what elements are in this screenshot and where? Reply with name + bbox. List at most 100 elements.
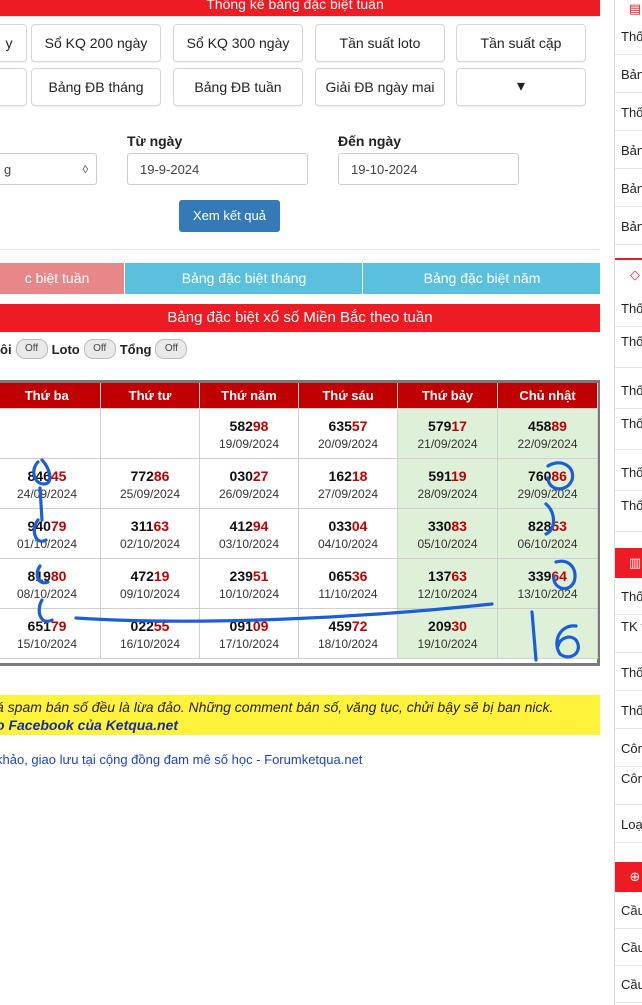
toggle-loto[interactable]: Off: [83, 339, 116, 359]
sidebar-item[interactable]: Cầu: [615, 929, 642, 966]
number-head: 472: [130, 567, 154, 584]
sidebar-item[interactable]: Thố: [615, 578, 642, 615]
sidebar-item[interactable]: TK t: [615, 616, 642, 653]
col-header: Thứ bảy: [397, 383, 498, 409]
nav-btn-6[interactable]: [0, 68, 27, 106]
sidebar-item[interactable]: Cầu: [615, 892, 642, 929]
number-tail: 63: [451, 567, 467, 584]
nav-btn-tansuat-loto[interactable]: Tần suất loto: [315, 24, 445, 62]
toggle-tong[interactable]: Off: [155, 339, 188, 359]
result-cell: 33083 05/10/2024: [397, 508, 498, 559]
result-cell: 57917 21/09/2024: [397, 408, 498, 459]
number-head: 940: [27, 517, 51, 534]
nav-btn-tansuat-cap[interactable]: Tần suất cặp: [456, 24, 586, 62]
number-tail: 27: [252, 467, 269, 484]
result-number: 94079: [0, 516, 100, 536]
nav-btn-sokq200[interactable]: Sổ KQ 200 ngày: [31, 24, 161, 62]
number-head: 030: [229, 467, 253, 484]
sidebar-item[interactable]: Bản: [615, 170, 642, 207]
from-date-input[interactable]: 19-9-2024: [127, 153, 308, 185]
result-number: 45889: [498, 416, 597, 436]
from-date-label: Từ ngày: [127, 133, 183, 149]
forum-link[interactable]: khảo, giao lưu tại cộng đồng đam mê số h…: [0, 752, 362, 767]
facebook-link[interactable]: o Facebook của Ketqua.net: [0, 716, 600, 734]
tab-db-tuan[interactable]: c biệt tuần: [0, 263, 124, 294]
sidebar-item[interactable]: Côn: [615, 730, 642, 767]
result-date: 22/09/2024: [517, 436, 578, 451]
number-tail: 51: [252, 567, 269, 584]
number-tail: 53: [551, 517, 567, 534]
result-number: 59119: [398, 466, 497, 486]
result-number: 31163: [101, 516, 199, 536]
sidebar-item[interactable]: Thố loto: [615, 413, 642, 450]
number-head: 022: [130, 617, 154, 634]
range-select[interactable]: g ◊: [0, 153, 97, 185]
nav-btn-1[interactable]: y: [0, 24, 27, 62]
number-tail: 19: [153, 567, 170, 584]
sidebar-item[interactable]: Bản: [615, 56, 642, 93]
sidebar-item[interactable]: Thố: [615, 372, 642, 409]
sidebar-item[interactable]: Thố: [615, 692, 642, 729]
sidebar-item[interactable]: Thố: [615, 18, 642, 55]
col-header: Thứ sáu: [298, 383, 398, 409]
sidebar-item[interactable]: Thố theo: [615, 495, 642, 532]
result-cell: 47219 09/10/2024: [100, 558, 200, 609]
result-number: 57917: [398, 416, 497, 436]
result-date: 19/10/2024: [417, 636, 478, 651]
table-row: 84645 24/09/2024 77286 25/09/2024 03027 26/09…: [0, 458, 598, 509]
tab-db-thang[interactable]: Bảng đặc biệt tháng: [124, 263, 363, 294]
col-header: Thứ ba: [0, 383, 101, 409]
view-results-button[interactable]: Xem kết quả: [179, 200, 280, 232]
result-date: 19/09/2024: [218, 436, 280, 451]
nav-btn-db-thang[interactable]: Bảng ĐB tháng: [31, 68, 161, 106]
nav-btn-giai-db-ngay-mai[interactable]: Giải ĐB ngày mai: [315, 68, 445, 106]
table-row: 65179 15/10/2024 02255 16/10/2024 09109 17/10…: [0, 608, 598, 659]
to-date-input[interactable]: 19-10-2024: [338, 153, 519, 185]
result-number: 41294: [200, 516, 298, 536]
sidebar-item[interactable]: Thố: [615, 654, 642, 691]
nav-btn-sokq300[interactable]: Sổ KQ 300 ngày: [173, 24, 303, 62]
number-tail: 72: [351, 617, 368, 634]
sidebar-item[interactable]: Thố: [615, 290, 642, 327]
sidebar-item[interactable]: Cầu: [615, 966, 642, 1003]
number-head: 582: [229, 417, 253, 434]
range-select-value: g: [4, 162, 12, 177]
number-tail: 04: [351, 517, 368, 534]
number-head: 772: [130, 467, 154, 484]
table-row: 81980 08/10/2024 47219 09/10/2024 23951 10/10…: [0, 558, 598, 609]
result-date: 27/09/2024: [317, 486, 379, 501]
nav-btn-db-tuan[interactable]: Bảng ĐB tuần: [173, 68, 303, 106]
table-row: 58298 19/09/2024 63557 20/09/2024 57917 21/09…: [0, 408, 598, 459]
tab-db-nam[interactable]: Bảng đặc biệt năm: [362, 263, 600, 294]
number-tail: 30: [451, 617, 467, 634]
sidebar-item[interactable]: Loạ: [615, 806, 642, 843]
sidebar-item[interactable]: Thố: [615, 454, 642, 491]
result-cell: 65179 15/10/2024: [0, 608, 101, 659]
diamond-icon: ◇: [615, 258, 642, 290]
expand-chevron-button[interactable]: ▾: [456, 68, 586, 106]
number-head: 846: [27, 467, 51, 484]
result-cell: 03304 04/10/2024: [298, 508, 398, 559]
number-tail: 64: [551, 567, 567, 584]
number-tail: 55: [153, 617, 170, 634]
sidebar-item[interactable]: Côn VIP: [615, 768, 642, 805]
result-number: 09109: [200, 616, 298, 636]
result-number: 02255: [101, 616, 199, 636]
toggle-doi[interactable]: Off: [15, 339, 48, 359]
result-cell: 09109 17/10/2024: [199, 608, 299, 659]
result-date: 20/09/2024: [317, 436, 379, 451]
result-date: 13/10/2024: [517, 586, 578, 601]
result-cell: 03027 26/09/2024: [199, 458, 299, 509]
result-date: 10/10/2024: [218, 586, 280, 601]
sidebar-item[interactable]: Bản: [615, 132, 642, 169]
result-date: 11/10/2024: [318, 586, 378, 601]
result-number: 76086: [498, 466, 597, 486]
result-cell: 20930 19/10/2024: [397, 608, 498, 659]
sidebar-item[interactable]: Thố: [615, 94, 642, 131]
sidebar-item[interactable]: Thố loto: [615, 331, 642, 368]
number-tail: 86: [153, 467, 170, 484]
filter-card: y Sổ KQ 200 ngày Sổ KQ 300 ngày Tần suất…: [0, 16, 600, 250]
sidebar-item[interactable]: Bản: [615, 208, 642, 245]
result-number: 63557: [299, 416, 397, 436]
result-cell: [100, 408, 200, 459]
